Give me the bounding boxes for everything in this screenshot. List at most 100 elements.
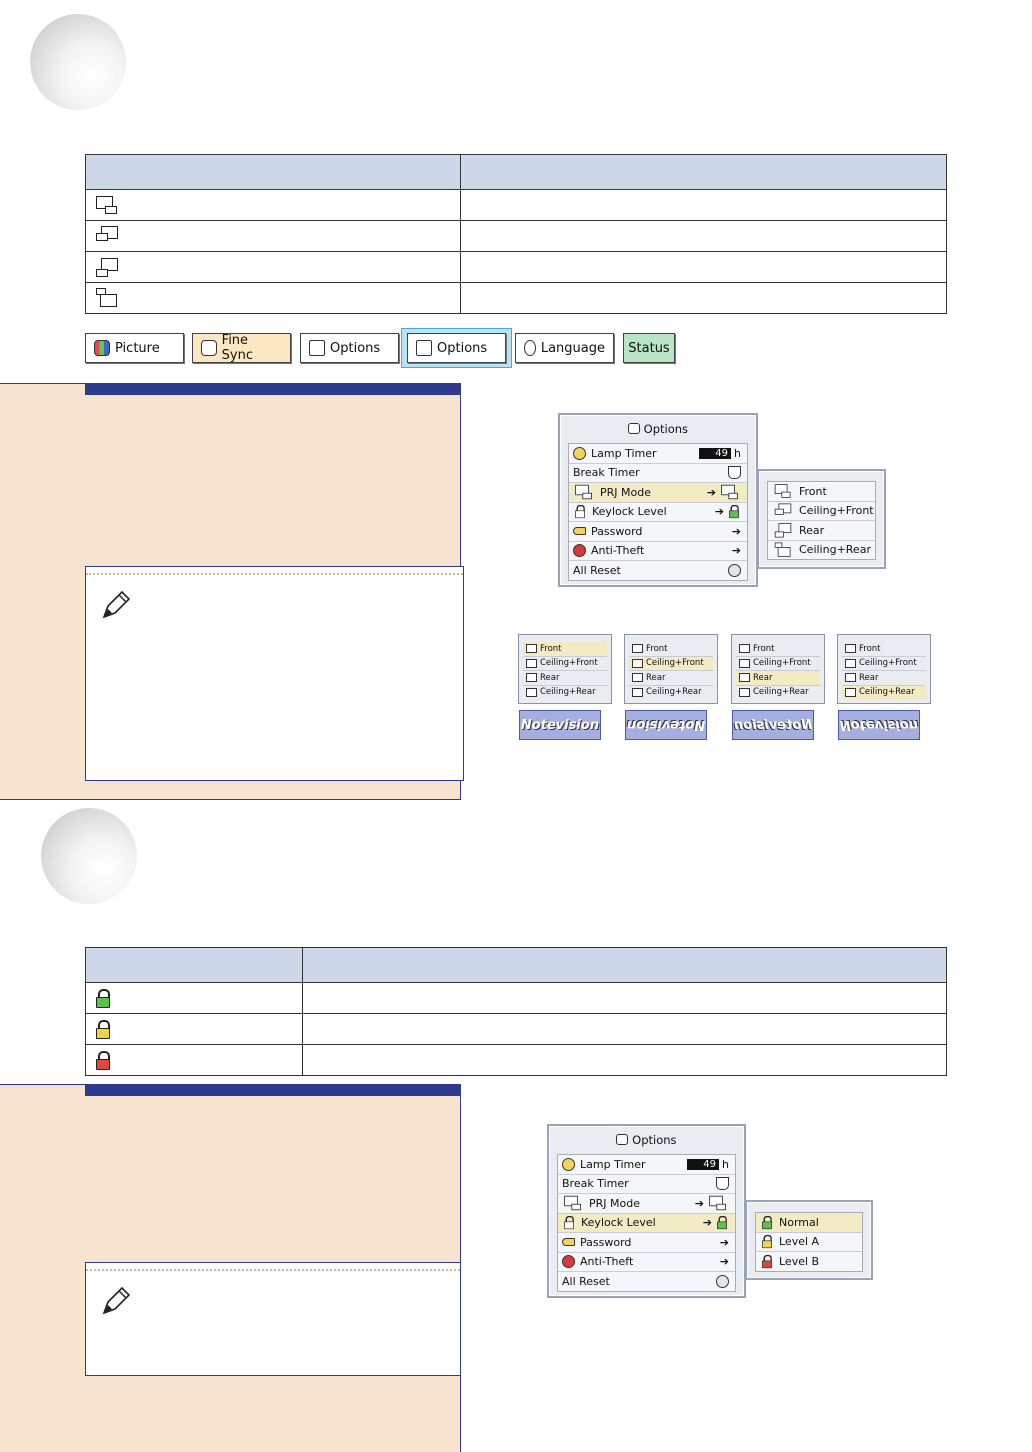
- submenu-item-front[interactable]: Front: [768, 482, 875, 502]
- green-lock-icon: [96, 988, 110, 1008]
- menu-item-all-reset[interactable]: All Reset: [558, 1272, 735, 1291]
- arrow-right-icon: ➔: [719, 1255, 729, 1269]
- logo-ceiling-rear: Notevision: [838, 710, 920, 740]
- cup-icon: [728, 466, 741, 480]
- table-row: [85, 251, 947, 283]
- table-header: [85, 154, 461, 190]
- menu-item-password[interactable]: Password ➔: [558, 1233, 735, 1253]
- list-item: Ceiling+Rear: [736, 686, 820, 700]
- tab-language[interactable]: Language: [515, 333, 614, 363]
- options-icon: [616, 1134, 629, 1145]
- fine-sync-icon: [201, 340, 217, 356]
- thumb-menu-ceiling-rear: Front Ceiling+Front Rear Ceiling+Rear: [837, 634, 931, 704]
- tab-options-1[interactable]: Options: [300, 333, 399, 363]
- list-item: Front: [629, 642, 713, 657]
- thumb-menu-front: Front Ceiling+Front Rear Ceiling+Rear: [518, 634, 612, 704]
- list-item: Ceiling+Rear: [523, 686, 607, 700]
- submenu-item-level-b[interactable]: Level B: [756, 1252, 862, 1271]
- list-item: Front: [523, 642, 607, 657]
- menu-item-all-reset[interactable]: All Reset: [569, 561, 747, 580]
- tab-options-2[interactable]: Options: [407, 333, 506, 363]
- lamp-hours: 49: [699, 447, 732, 459]
- tab-label: Picture: [115, 340, 160, 356]
- table-header: [460, 154, 947, 190]
- tab-label: Options: [437, 340, 488, 356]
- front-mode-icon: [709, 1195, 727, 1211]
- list-item: Ceiling+Front: [736, 657, 820, 671]
- list-item: Front: [736, 642, 820, 657]
- tab-label: Status: [628, 340, 670, 356]
- arrow-right-icon: ➔: [719, 1235, 729, 1249]
- yellow-lock-icon: [96, 1019, 110, 1039]
- menu-item-anti-theft[interactable]: Anti-Theft ➔: [558, 1253, 735, 1272]
- logo-ceiling-front: Notevision: [625, 710, 707, 740]
- table-header: [85, 947, 303, 983]
- arrow-right-icon: ➔: [714, 505, 724, 519]
- speech-bubble-icon: [524, 340, 536, 356]
- thumb-menu-ceiling-front: Front Ceiling+Front Rear Ceiling+Rear: [624, 634, 718, 704]
- ceiling-front-mode-icon: [774, 503, 792, 518]
- menu-item-keylock-level[interactable]: Keylock Level ➔: [569, 503, 747, 522]
- options-icon: [309, 340, 325, 356]
- prj-mode-table: [85, 154, 947, 314]
- table-header: [302, 947, 947, 983]
- pencil-icon: [102, 590, 131, 619]
- tab-label: Language: [540, 340, 605, 356]
- arrow-right-icon: ➔: [694, 1196, 704, 1210]
- submenu-item-normal[interactable]: Normal: [756, 1213, 862, 1233]
- table-row: [85, 282, 947, 314]
- options-icon: [416, 340, 432, 356]
- ceiling-rear-mode-icon: [96, 288, 118, 308]
- logo-rear: Notevision: [732, 710, 814, 740]
- lock-icon: [575, 505, 585, 519]
- keylock-submenu: Normal Level A Level B: [745, 1200, 873, 1280]
- cup-icon: [716, 1177, 729, 1191]
- menu-item-keylock-level[interactable]: Keylock Level ➔: [558, 1213, 735, 1233]
- submenu-item-level-a[interactable]: Level A: [756, 1233, 862, 1252]
- key-icon: [562, 1238, 575, 1247]
- dotted-divider: [86, 1269, 460, 1273]
- anti-theft-icon: [573, 544, 586, 558]
- list-item: Rear: [736, 671, 820, 686]
- list-item: Ceiling+Front: [629, 656, 713, 671]
- menu-item-lamp-timer[interactable]: Lamp Timer 49 h: [569, 444, 747, 464]
- menu-title: Options: [560, 422, 756, 436]
- menu-item-password[interactable]: Password ➔: [569, 522, 747, 542]
- submenu-item-ceiling-rear[interactable]: Ceiling+Rear: [768, 541, 875, 560]
- tab-fine-sync[interactable]: Fine Sync: [192, 333, 291, 363]
- list-item: Ceiling+Front: [523, 657, 607, 671]
- section-circle-2: [41, 808, 137, 904]
- panel-rule: [85, 383, 461, 395]
- panel-rule: [85, 1084, 461, 1096]
- menu-item-break-timer[interactable]: Break Timer: [558, 1175, 735, 1194]
- list-item: Ceiling+Front: [842, 657, 926, 671]
- menu-item-prj-mode[interactable]: PRJ Mode ➔: [569, 483, 747, 503]
- table-row: [85, 1013, 947, 1045]
- menu-item-break-timer[interactable]: Break Timer: [569, 464, 747, 483]
- menu-title: Options: [549, 1133, 744, 1147]
- green-lock-icon: [729, 505, 739, 519]
- prj-mode-submenu: Front Ceiling+Front Rear Ceiling+Rear: [757, 469, 886, 569]
- table-row: [85, 982, 947, 1014]
- menu-item-prj-mode[interactable]: PRJ Mode ➔: [558, 1194, 735, 1214]
- table-row: [85, 220, 947, 252]
- note-box-1: [85, 566, 464, 781]
- menu-item-lamp-timer[interactable]: Lamp Timer 49 h: [558, 1155, 735, 1175]
- submenu-item-ceiling-front[interactable]: Ceiling+Front: [768, 502, 875, 521]
- ceiling-front-mode-icon: [96, 226, 118, 246]
- list-item: Ceiling+Rear: [842, 685, 926, 699]
- tab-picture[interactable]: Picture: [85, 333, 184, 363]
- prj-mode-icon: [575, 484, 593, 500]
- ceiling-rear-mode-icon: [774, 542, 792, 557]
- submenu-item-rear[interactable]: Rear: [768, 521, 875, 541]
- tab-label: Options: [330, 340, 381, 356]
- tab-status[interactable]: Status: [623, 333, 675, 363]
- clock-icon: [562, 1157, 575, 1171]
- arrow-right-icon: ➔: [731, 524, 741, 538]
- tab-label: Fine Sync: [221, 333, 253, 363]
- front-mode-icon: [721, 484, 739, 500]
- list-item: Rear: [523, 671, 607, 686]
- list-item: Ceiling+Rear: [629, 686, 713, 700]
- menu-item-anti-theft[interactable]: Anti-Theft ➔: [569, 542, 747, 561]
- thumb-menu-rear: Front Ceiling+Front Rear Ceiling+Rear: [731, 634, 825, 704]
